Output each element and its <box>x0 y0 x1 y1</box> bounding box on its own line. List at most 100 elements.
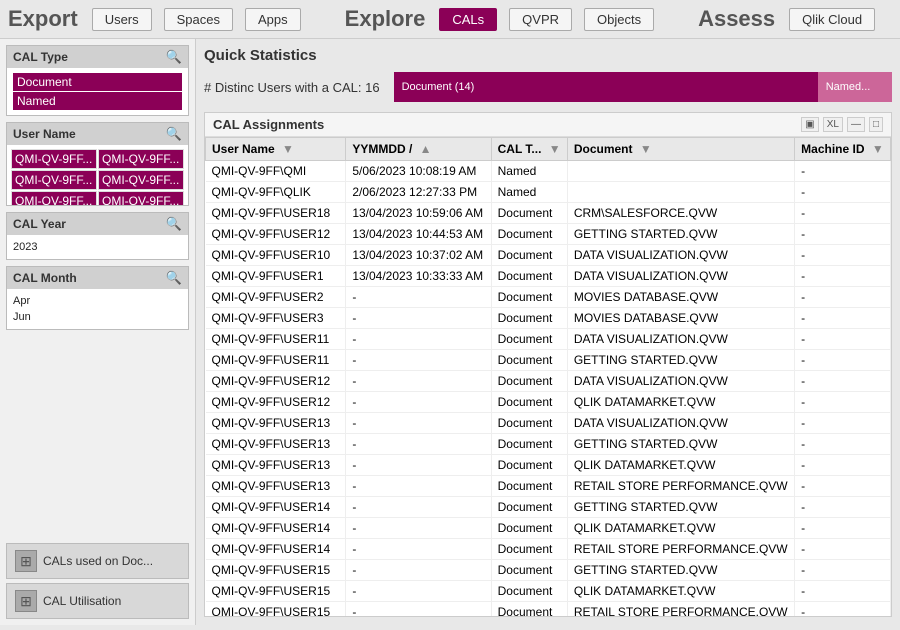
table-row[interactable]: QMI-QV-9FF\USER12-DocumentDATA VISUALIZA… <box>206 371 891 392</box>
table-row[interactable]: QMI-QV-9FF\USER11-DocumentDATA VISUALIZA… <box>206 329 891 350</box>
table-row[interactable]: QMI-QV-9FF\USER14-DocumentGETTING STARTE… <box>206 497 891 518</box>
table-cell-1-4: - <box>795 182 891 203</box>
nav-apps[interactable]: Apps <box>245 8 301 31</box>
top-nav: Export Users Spaces Apps Explore CALs QV… <box>0 0 900 39</box>
cal-month-label: CAL Month <box>13 271 77 285</box>
table-ctrl-maximize[interactable]: □ <box>869 117 883 132</box>
cal-type-filter: CAL Type 🔍 Document Named <box>6 45 189 116</box>
table-row[interactable]: QMI-QV-9FF\USER2-DocumentMOVIES DATABASE… <box>206 287 891 308</box>
distinc-users-text: # Distinc Users with a CAL: 16 <box>204 80 380 95</box>
user-name-cell-4[interactable]: QMI-QV-9FF... <box>11 191 97 205</box>
table-cell-7-1: - <box>346 308 491 329</box>
user-name-cell-0[interactable]: QMI-QV-9FF... <box>11 149 97 169</box>
col-header-user[interactable]: User Name ▼ <box>206 138 346 161</box>
table-row[interactable]: QMI-QV-9FF\USER13-DocumentRETAIL STORE P… <box>206 476 891 497</box>
table-ctrl-xl[interactable]: XL <box>823 117 843 132</box>
user-name-cell-5[interactable]: QMI-QV-9FF... <box>98 191 184 205</box>
table-row[interactable]: QMI-QV-9FF\USER15-DocumentRETAIL STORE P… <box>206 602 891 617</box>
cal-type-header: CAL Type 🔍 <box>7 46 188 68</box>
table-row[interactable]: QMI-QV-9FF\USER3-DocumentMOVIES DATABASE… <box>206 308 891 329</box>
col-header-machine[interactable]: Machine ID ▼ <box>795 138 891 161</box>
cal-util-icon: ⊞ <box>15 590 37 612</box>
nav-cals[interactable]: CALs <box>439 8 497 31</box>
cal-type-search-icon[interactable]: 🔍 <box>166 49 182 65</box>
table-cell-8-2: Document <box>491 329 567 350</box>
table-cell-7-0: QMI-QV-9FF\USER3 <box>206 308 346 329</box>
chart-doc-bar: Document (14) <box>394 72 818 102</box>
user-name-cell-3[interactable]: QMI-QV-9FF... <box>98 170 184 190</box>
cal-month-item-jun[interactable]: Jun <box>13 309 182 325</box>
table-cell-5-2: Document <box>491 266 567 287</box>
table-cell-14-0: QMI-QV-9FF\USER13 <box>206 455 346 476</box>
table-cell-6-1: - <box>346 287 491 308</box>
table-cell-13-3: GETTING STARTED.QVW <box>567 434 794 455</box>
table-cell-9-3: GETTING STARTED.QVW <box>567 350 794 371</box>
table-row[interactable]: QMI-QV-9FF\QMI5/06/2023 10:08:19 AMNamed… <box>206 161 891 182</box>
quick-stats-title: Quick Statistics <box>204 47 892 64</box>
table-row[interactable]: QMI-QV-9FF\USER12-DocumentQLIK DATAMARKE… <box>206 392 891 413</box>
nav-qvpr[interactable]: QVPR <box>509 8 572 31</box>
table-row[interactable]: QMI-QV-9FF\USER13-DocumentGETTING STARTE… <box>206 434 891 455</box>
table-cell-8-4: - <box>795 329 891 350</box>
nav-spaces[interactable]: Spaces <box>164 8 233 31</box>
table-cell-4-1: 13/04/2023 10:37:02 AM <box>346 245 491 266</box>
table-cell-18-0: QMI-QV-9FF\USER14 <box>206 539 346 560</box>
table-cell-21-0: QMI-QV-9FF\USER15 <box>206 602 346 617</box>
cal-month-search-icon[interactable]: 🔍 <box>166 270 182 286</box>
cal-year-item-2023[interactable]: 2023 <box>13 239 182 255</box>
nav-objects[interactable]: Objects <box>584 8 654 31</box>
table-wrapper[interactable]: User Name ▼ YYMMDD / ▲ CAL T... ▼ Docume… <box>205 137 891 616</box>
col-header-doc[interactable]: Document ▼ <box>567 138 794 161</box>
table-cell-13-1: - <box>346 434 491 455</box>
table-ctrl-minimize[interactable]: — <box>847 117 865 132</box>
chart-named-bar: Named... <box>818 72 892 102</box>
bottom-buttons: ⊞ CALs used on Doc... ⊞ CAL Utilisation <box>6 543 189 619</box>
cals-used-on-doc-button[interactable]: ⊞ CALs used on Doc... <box>6 543 189 579</box>
table-cell-20-0: QMI-QV-9FF\USER15 <box>206 581 346 602</box>
table-row[interactable]: QMI-QV-9FF\USER1813/04/2023 10:59:06 AMD… <box>206 203 891 224</box>
user-name-search-icon[interactable]: 🔍 <box>166 126 182 142</box>
right-panel: Quick Statistics # Distinc Users with a … <box>196 39 900 625</box>
cal-type-item-document[interactable]: Document <box>13 73 182 91</box>
table-cell-14-2: Document <box>491 455 567 476</box>
table-row[interactable]: QMI-QV-9FF\USER1213/04/2023 10:44:53 AMD… <box>206 224 891 245</box>
table-cell-10-1: - <box>346 371 491 392</box>
table-row[interactable]: QMI-QV-9FF\USER15-DocumentQLIK DATAMARKE… <box>206 581 891 602</box>
table-ctrl-grid[interactable]: ▣ <box>801 117 818 132</box>
cal-month-header: CAL Month 🔍 <box>7 267 188 289</box>
table-cell-0-1: 5/06/2023 10:08:19 AM <box>346 161 491 182</box>
col-header-yymmdd[interactable]: YYMMDD / ▲ <box>346 138 491 161</box>
table-row[interactable]: QMI-QV-9FF\USER14-DocumentQLIK DATAMARKE… <box>206 518 891 539</box>
table-cell-19-2: Document <box>491 560 567 581</box>
table-cell-0-2: Named <box>491 161 567 182</box>
user-name-grid: QMI-QV-9FF... QMI-QV-9FF... QMI-QV-9FF..… <box>7 145 188 205</box>
table-row[interactable]: QMI-QV-9FF\QLIK2/06/2023 12:27:33 PMName… <box>206 182 891 203</box>
table-cell-1-2: Named <box>491 182 567 203</box>
table-row[interactable]: QMI-QV-9FF\USER13-DocumentDATA VISUALIZA… <box>206 413 891 434</box>
table-title: CAL Assignments <box>213 117 324 132</box>
table-cell-12-2: Document <box>491 413 567 434</box>
cal-type-item-named[interactable]: Named <box>13 92 182 110</box>
user-name-cell-2[interactable]: QMI-QV-9FF... <box>11 170 97 190</box>
table-cell-2-2: Document <box>491 203 567 224</box>
col-header-calt[interactable]: CAL T... ▼ <box>491 138 567 161</box>
table-row[interactable]: QMI-QV-9FF\USER14-DocumentRETAIL STORE P… <box>206 539 891 560</box>
table-row[interactable]: QMI-QV-9FF\USER13-DocumentQLIK DATAMARKE… <box>206 455 891 476</box>
table-cell-19-1: - <box>346 560 491 581</box>
table-row[interactable]: QMI-QV-9FF\USER1013/04/2023 10:37:02 AMD… <box>206 245 891 266</box>
nav-users[interactable]: Users <box>92 8 152 31</box>
table-row[interactable]: QMI-QV-9FF\USER15-DocumentGETTING STARTE… <box>206 560 891 581</box>
table-cell-19-4: - <box>795 560 891 581</box>
table-cell-6-2: Document <box>491 287 567 308</box>
table-row[interactable]: QMI-QV-9FF\USER113/04/2023 10:33:33 AMDo… <box>206 266 891 287</box>
cal-year-search-icon[interactable]: 🔍 <box>166 216 182 232</box>
nav-qlik-cloud[interactable]: Qlik Cloud <box>789 8 875 31</box>
cal-utilisation-button[interactable]: ⊞ CAL Utilisation <box>6 583 189 619</box>
user-name-scroll[interactable]: QMI-QV-9FF... QMI-QV-9FF... QMI-QV-9FF..… <box>7 145 188 205</box>
table-row[interactable]: QMI-QV-9FF\USER11-DocumentGETTING STARTE… <box>206 350 891 371</box>
table-cell-7-2: Document <box>491 308 567 329</box>
user-name-cell-1[interactable]: QMI-QV-9FF... <box>98 149 184 169</box>
table-cell-16-1: - <box>346 497 491 518</box>
table-cell-16-3: GETTING STARTED.QVW <box>567 497 794 518</box>
cal-month-item-apr[interactable]: Apr <box>13 293 182 309</box>
